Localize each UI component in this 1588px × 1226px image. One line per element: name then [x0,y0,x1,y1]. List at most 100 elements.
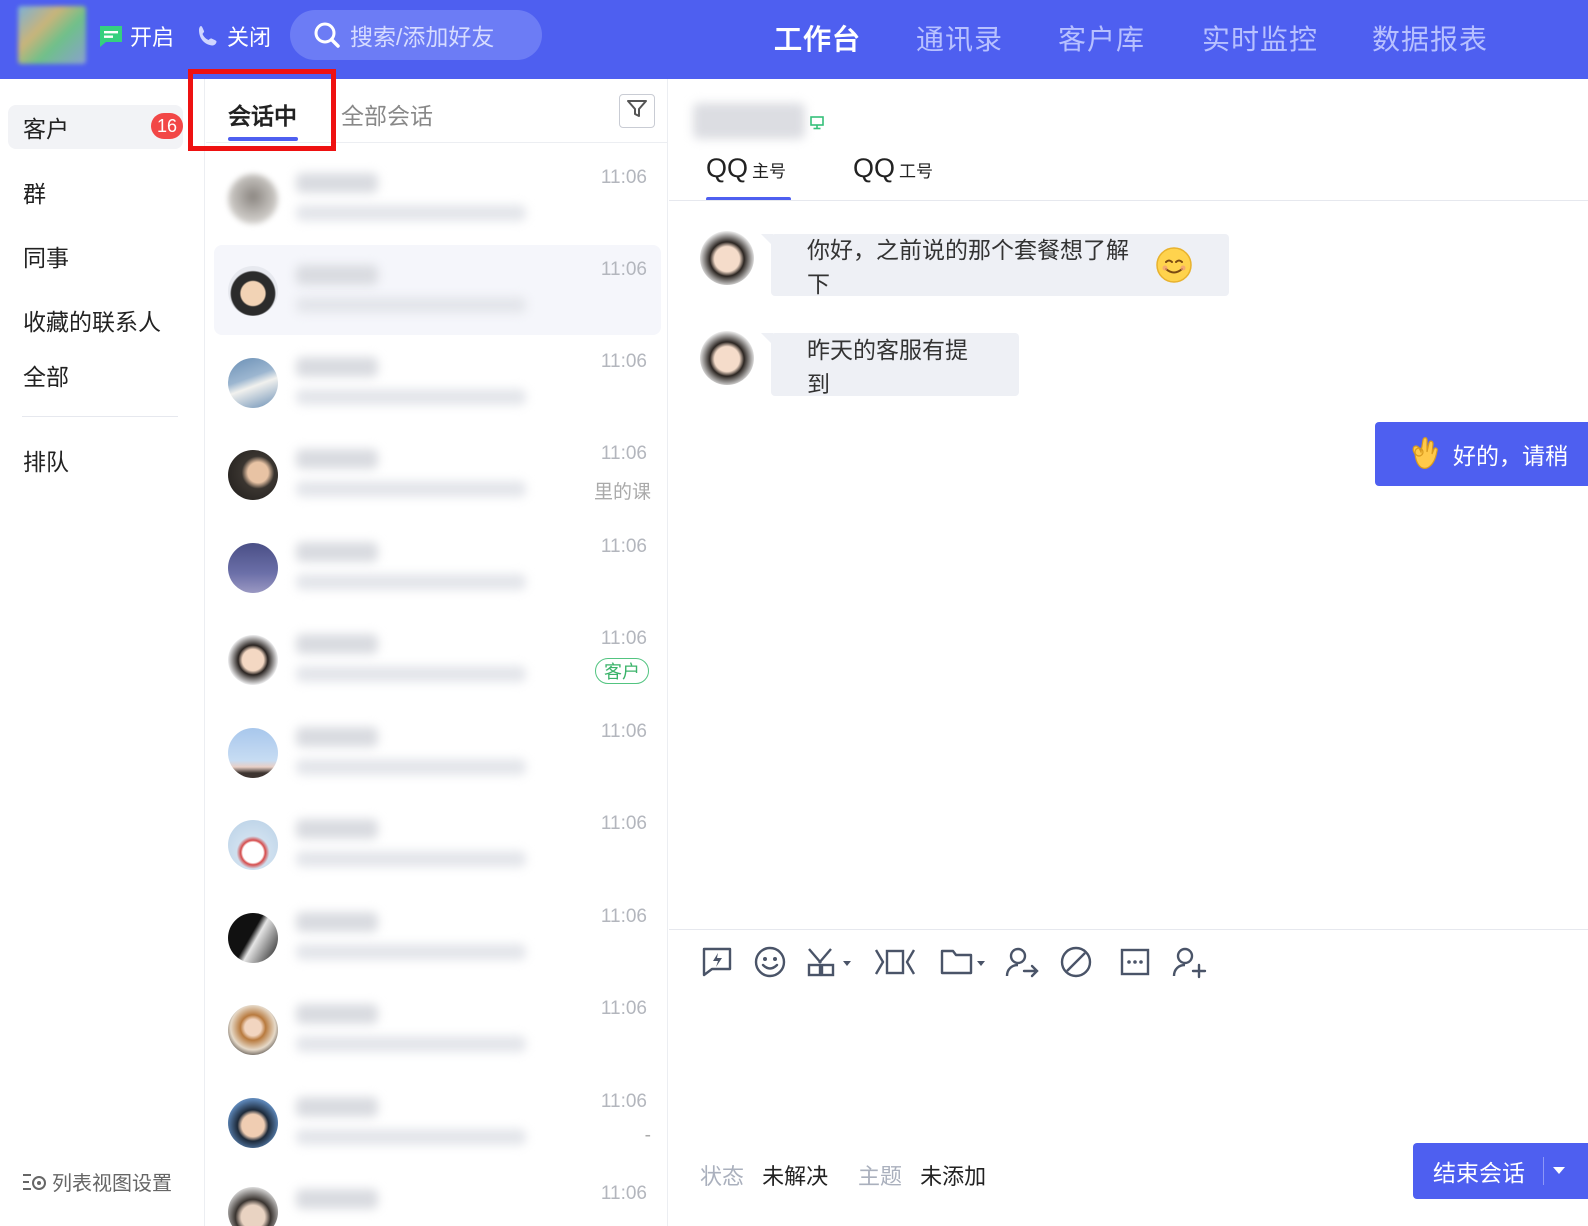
message-preview-blurred [296,389,526,405]
block-icon [1059,945,1093,984]
transfer-button[interactable] [1004,944,1040,984]
toolbar-divider [669,929,1588,930]
emoji-button[interactable] [753,944,787,984]
message-bubble: 昨天的客服有提到 [761,333,1019,397]
close-toggle[interactable]: 关闭 [195,20,271,52]
search-box[interactable]: 搜索/添加好友 [290,10,542,60]
smiling-woman-avatar [700,231,754,285]
button-separator [1543,1157,1544,1185]
video-button[interactable] [874,944,916,984]
nav-data-reports[interactable]: 数据报表 [1372,18,1488,58]
filter-button[interactable] [619,94,655,128]
nav-workbench[interactable]: 工作台 [774,18,861,58]
conversation-time: 11:06 [600,998,647,1019]
conversation-time: 11:06 [600,1183,647,1204]
message-bubble: 你好，之前说的那个套餐想了解下 [761,234,1229,297]
phone-icon [195,23,221,49]
customer-tag: 客户 [595,658,649,684]
blurred-avatar [228,174,278,224]
sidebar-item-label: 群 [23,181,46,207]
contact-name-blurred [296,357,378,377]
nav-contacts[interactable]: 通讯录 [916,18,1003,58]
search-icon [312,20,342,50]
quick-reply-icon [700,945,734,984]
nav-customer-library[interactable]: 客户库 [1058,18,1145,58]
contact-name-blurred [296,819,378,839]
conversation-time: 11:06 [600,259,647,280]
sidebar-item-label: 排队 [23,449,69,475]
list-item[interactable]: 11:06 [214,799,661,889]
list-settings-label: 列表视图设置 [52,1173,172,1195]
message-preview-blurred [296,851,526,867]
list-item[interactable]: 11:06 [214,892,661,982]
settings-list-icon [22,1170,48,1194]
more-button[interactable] [1118,944,1152,984]
filter-icon [626,99,648,124]
sidebar-item-colleagues[interactable]: 同事 [8,234,183,278]
list-item[interactable]: 11:06 - [214,1077,661,1167]
contact-name-blurred [296,912,378,932]
list-item[interactable]: 11:06 [214,522,661,612]
list-item[interactable]: 11:06 客户 [214,614,661,704]
sender-avatar[interactable] [700,331,754,385]
sidebar-item-all[interactable]: 全部 [8,353,183,397]
contact-name-blurred [296,542,378,562]
list-item[interactable]: 11:06 [214,245,661,335]
contact-name-blurred [693,103,805,139]
desktop-online-icon [809,115,825,136]
contact-name-blurred [296,634,378,654]
search-placeholder: 搜索/添加好友 [350,24,495,50]
list-view-settings[interactable]: 列表视图设置 [22,1167,172,1196]
woman-avatar [228,450,278,500]
tab-qq-main[interactable]: QQ 主号 [706,153,786,184]
message-preview-blurred [296,759,526,775]
end-session-label: 结束会话 [1433,1160,1525,1186]
add-user-icon [1171,945,1209,984]
sidebar-item-groups[interactable]: 群 [8,170,183,214]
screenshot-button[interactable] [805,944,857,984]
video-icon [874,945,916,984]
message-icon [98,23,124,49]
sidebar-item-favorites[interactable]: 收藏的联系人 [8,298,183,342]
chevron-down-icon[interactable] [1553,1167,1565,1174]
sidebar-item-customers[interactable]: 客户 16 [8,105,183,149]
emoji-icon [753,945,787,984]
block-button[interactable] [1059,944,1093,984]
outgoing-message-bubble: 好的，请稍 [1375,422,1588,486]
tab-qq-work[interactable]: QQ 工号 [853,153,933,184]
message-text: 好的，请稍 [1453,443,1568,469]
screenshot-icon [805,945,857,984]
add-user-button[interactable] [1171,944,1209,984]
message-text: 你好，之前说的那个套餐想了解下 [807,237,1129,297]
tab-all-sessions[interactable]: 全部会话 [341,97,433,131]
message-snippet: 里的课 [593,482,651,503]
sidebar: 客户 16 群 同事 收藏的联系人 全部 排队 列表视图设置 [0,79,205,1226]
conversation-time: 11:06 [600,167,647,188]
contact-name-blurred [296,727,378,747]
list-item[interactable]: 11:06 [214,1169,661,1226]
status-label: 状态 [700,1164,745,1189]
sender-avatar[interactable] [700,231,754,285]
list-item[interactable]: 11:06 [214,153,661,243]
nav-realtime-monitor[interactable]: 实时监控 [1202,18,1318,58]
sidebar-item-queue[interactable]: 排队 [8,438,183,482]
folder-icon [939,945,991,984]
partial-avatar [228,1187,278,1226]
open-toggle[interactable]: 开启 [98,20,174,52]
list-item[interactable]: 11:06 里的课 [214,429,661,519]
user-avatar[interactable] [18,6,86,64]
top-bar: 开启 关闭 搜索/添加好友 工作台 通讯录 客户库 实时监控 数据报表 [0,0,1588,79]
quick-reply-button[interactable] [700,944,734,984]
snowman-avatar [228,820,278,870]
file-button[interactable] [939,944,991,984]
smiling-woman-avatar [228,635,278,685]
list-item[interactable]: 11:06 [214,337,661,427]
list-item[interactable]: 11:06 [214,984,661,1074]
end-session-button[interactable]: 结束会话 [1413,1143,1588,1199]
sidebar-item-label: 收藏的联系人 [23,309,161,335]
account-suffix: 工号 [899,162,934,181]
topic-field[interactable]: 主题 未添加 [858,1159,986,1191]
status-field[interactable]: 状态 未解决 [700,1159,828,1191]
close-label: 关闭 [227,25,272,50]
list-item[interactable]: 11:06 [214,707,661,797]
